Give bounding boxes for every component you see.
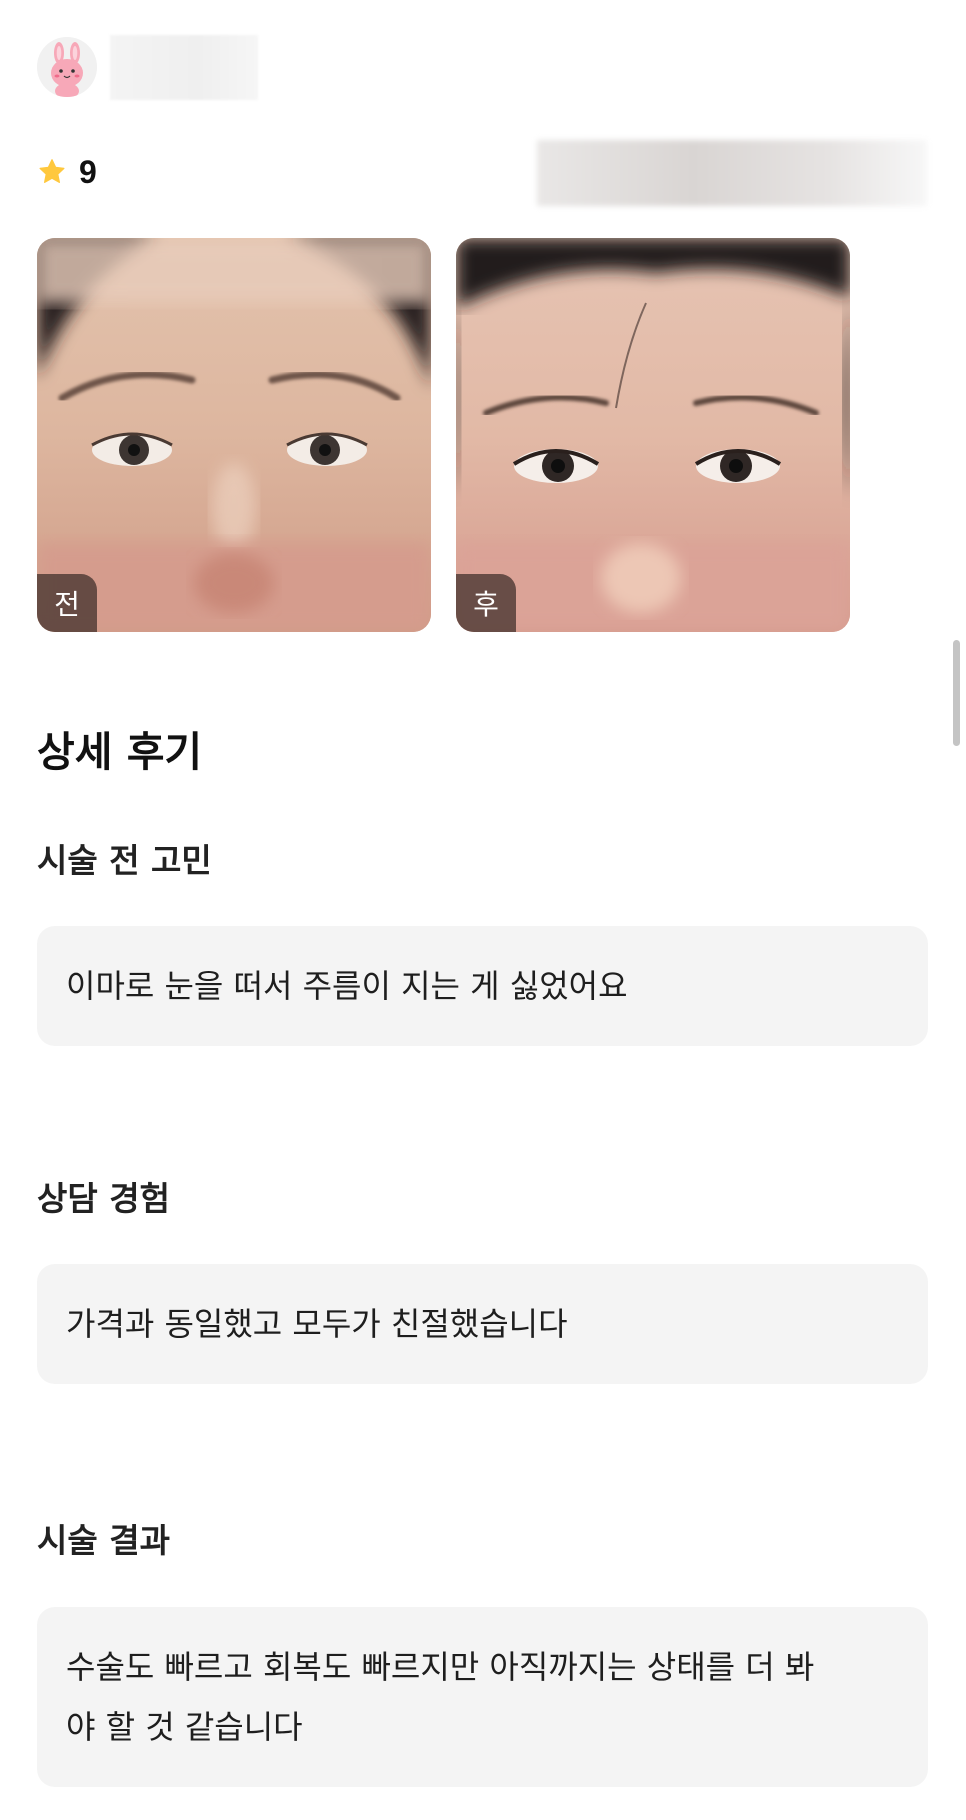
rating-score: 9 <box>79 153 97 190</box>
section-label-concern: 시술 전 고민 <box>37 841 212 880</box>
after-face-image <box>456 238 850 632</box>
answer-result: 수술도 빠르고 회복도 빠르지만 아직까지는 상태를 더 봐야 할 것 같습니다 <box>37 1607 928 1787</box>
username-redacted <box>110 35 258 100</box>
before-photo[interactable]: 전 <box>37 238 431 632</box>
after-label: 후 <box>456 574 516 632</box>
before-label: 전 <box>37 574 97 632</box>
section-label-consultation: 상담 경험 <box>37 1179 170 1218</box>
review-page: 9 전 후 상세 후기 시술 전 고민 이마로 눈을 떠서 주름이 지는 게 싫… <box>0 0 966 1820</box>
after-photo[interactable]: 후 <box>456 238 850 632</box>
rating: 9 <box>37 152 97 192</box>
star-icon <box>37 157 67 187</box>
detail-review-title: 상세 후기 <box>37 728 203 776</box>
answer-concern: 이마로 눈을 떠서 주름이 지는 게 싫었어요 <box>37 926 928 1046</box>
bunny-avatar-icon <box>37 37 97 97</box>
answer-consultation: 가격과 동일했고 모두가 친절했습니다 <box>37 1264 928 1384</box>
user-avatar[interactable] <box>37 37 97 97</box>
before-face-image <box>37 238 431 632</box>
date-redacted <box>537 140 927 206</box>
scrollbar[interactable] <box>953 640 960 746</box>
section-label-result: 시술 결과 <box>37 1521 170 1560</box>
